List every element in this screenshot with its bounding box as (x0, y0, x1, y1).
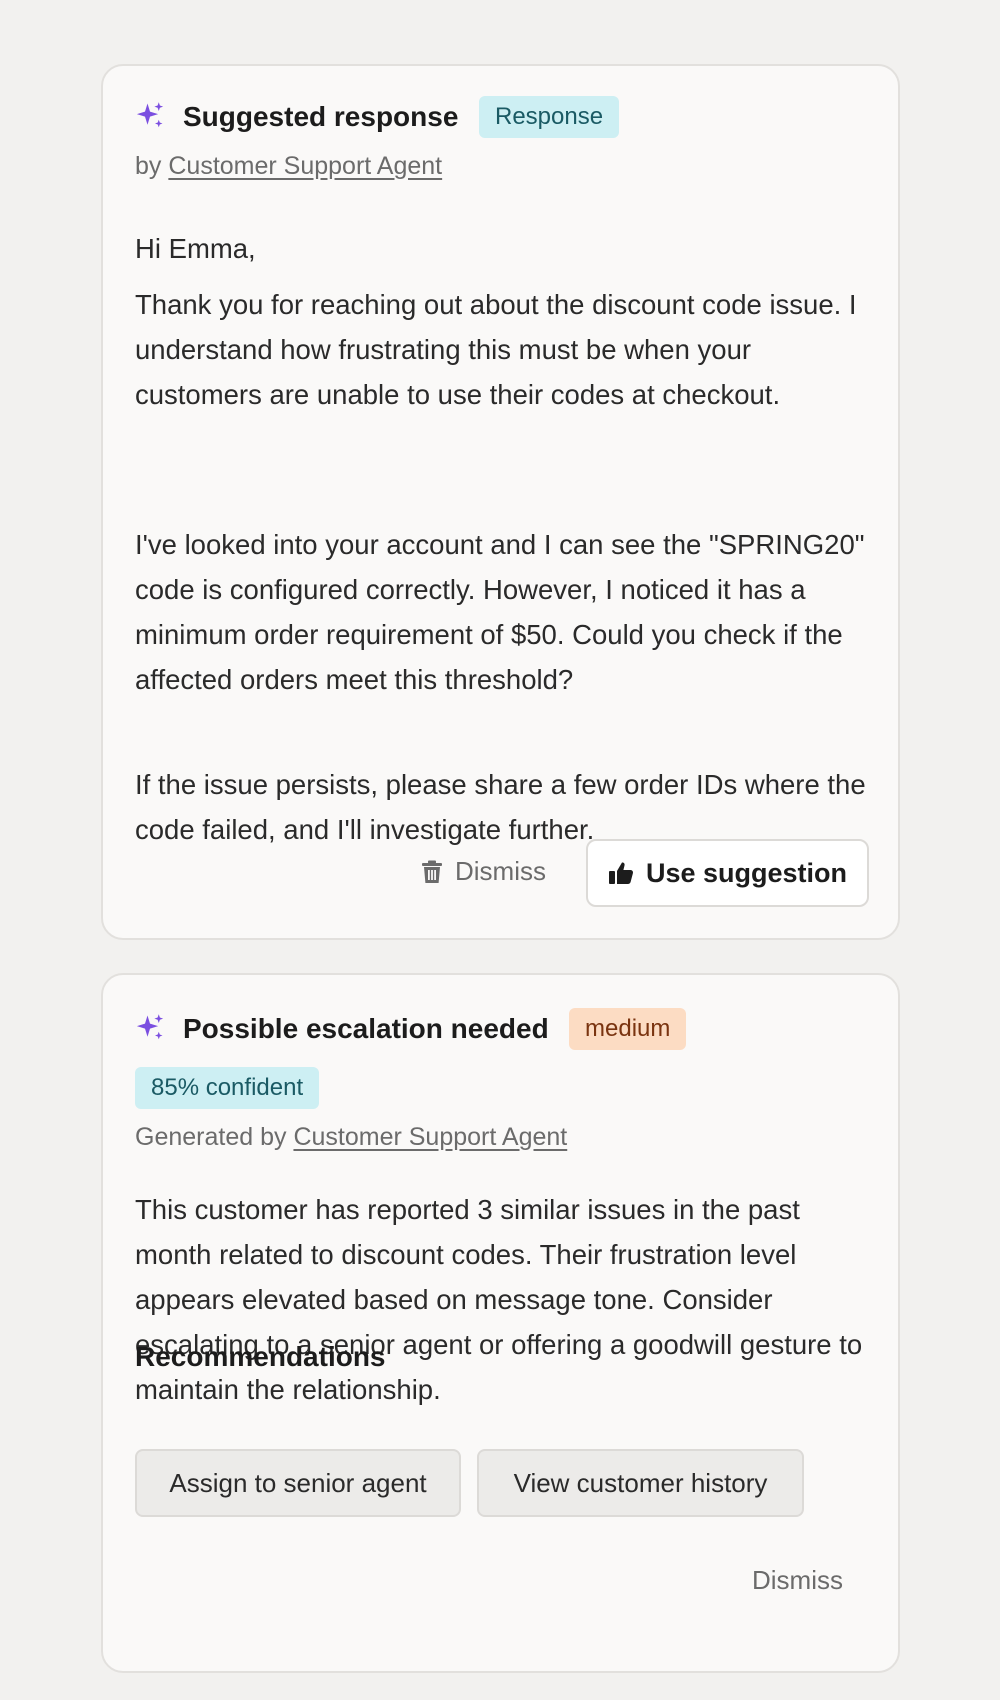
author-link[interactable]: Customer Support Agent (293, 1123, 567, 1151)
thumbs-up-icon (608, 862, 633, 884)
byline-prefix: by (135, 152, 162, 180)
suggested-response-card: Suggested response Response by Customer … (101, 64, 900, 940)
response-paragraph: Thank you for reaching out about the dis… (135, 289, 857, 410)
byline: by Customer Support Agent (135, 150, 442, 182)
view-customer-history-button[interactable]: View customer history (477, 1449, 804, 1517)
sparkle-icon (136, 102, 164, 128)
byline-prefix: Generated by (135, 1123, 287, 1151)
type-badge: Response (479, 96, 620, 138)
dismiss-label: Dismiss (455, 856, 546, 886)
trash-icon (422, 860, 442, 883)
escalation-description: This customer has reported 3 similar iss… (135, 1194, 863, 1405)
escalation-card: Possible escalation needed medium 85% co… (101, 973, 900, 1673)
recommendations-heading: Recommendations (135, 1341, 386, 1372)
assign-senior-agent-button[interactable]: Assign to senior agent (135, 1449, 461, 1517)
card-title: Suggested response (183, 101, 459, 132)
use-suggestion-button[interactable]: Use suggestion (586, 839, 869, 907)
byline: Generated by Customer Support Agent (135, 1121, 567, 1153)
greeting: Hi Emma, (135, 233, 256, 264)
card-title: Possible escalation needed (183, 1013, 549, 1044)
dismiss-button[interactable]: Dismiss (752, 1565, 843, 1596)
confidence-badge: 85% confident (135, 1067, 320, 1109)
dismiss-button[interactable]: Dismiss (421, 856, 546, 887)
author-link[interactable]: Customer Support Agent (168, 152, 442, 180)
sparkle-icon (136, 1014, 164, 1040)
severity-badge: medium (569, 1008, 687, 1050)
response-paragraph: I've looked into your account and I can … (135, 529, 865, 695)
page: Suggested response Response by Customer … (0, 0, 1000, 1700)
use-suggestion-label: Use suggestion (645, 857, 848, 888)
